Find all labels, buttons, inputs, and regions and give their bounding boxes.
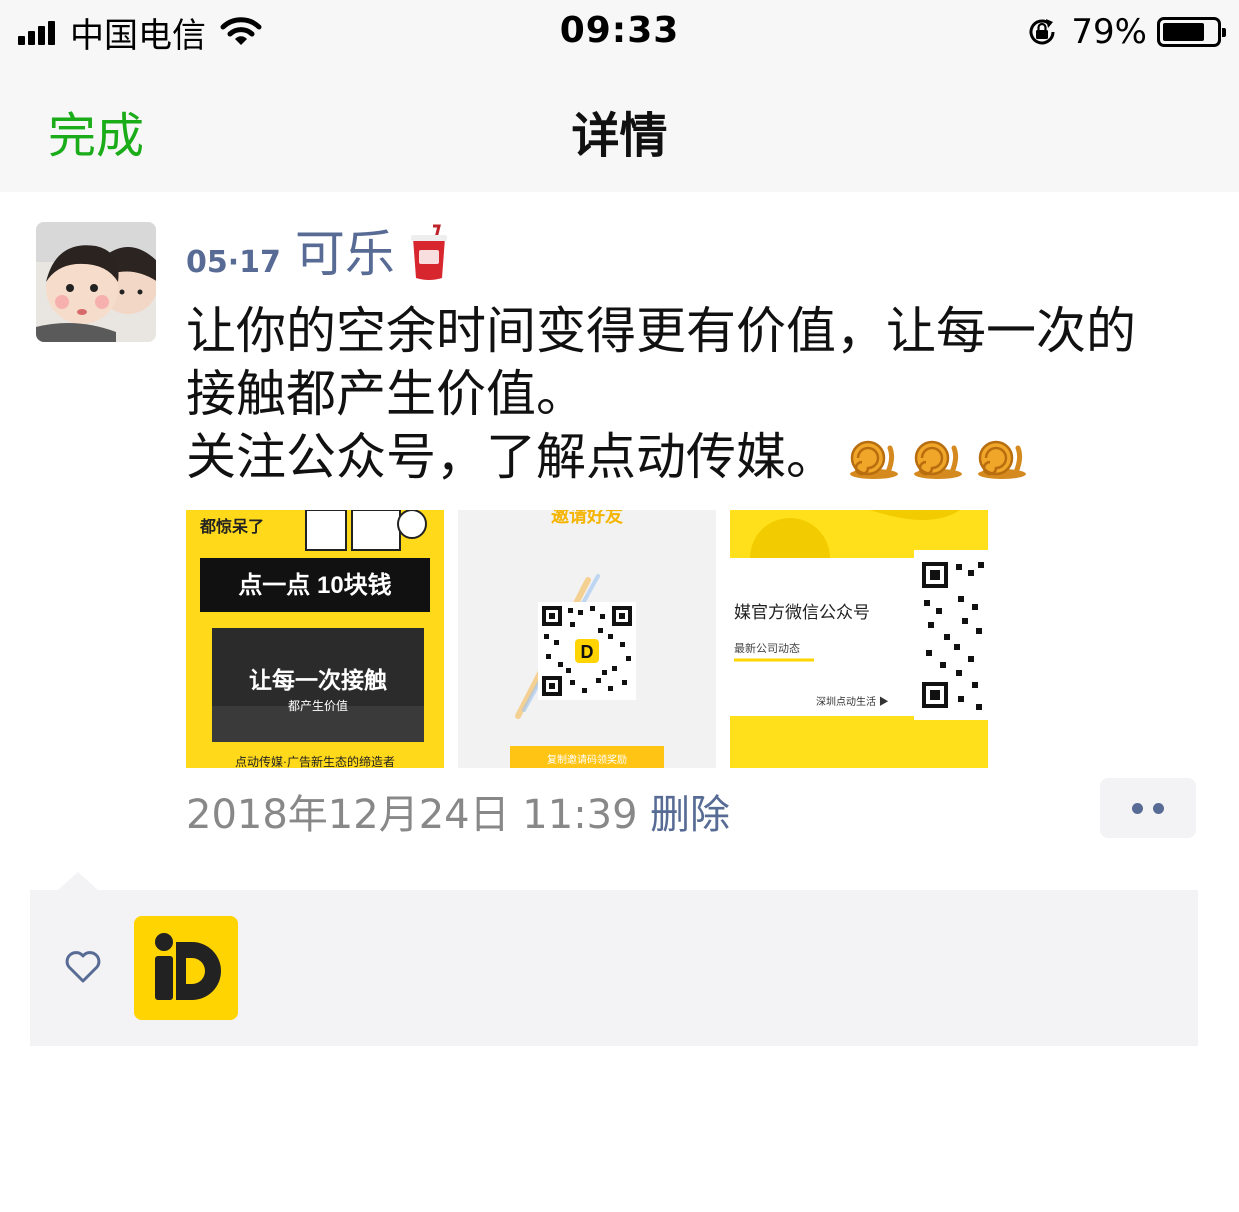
- post-photos: 都惊呆了 点一点 10块钱 让每一次接触 都产生价值 点动传媒·广告新生态的缔造…: [186, 510, 1002, 768]
- liker-avatar[interactable]: [134, 916, 238, 1020]
- avatar-image: [36, 222, 156, 342]
- photo-2-top-text: 邀请好友: [551, 510, 623, 526]
- likes-arrow: [58, 872, 98, 890]
- photo-3-image: 媒官方微信公众号 最新公司动态 深圳点动生活 ▶: [730, 510, 988, 768]
- post-date-prefix: 05·17: [186, 245, 281, 280]
- navigation-bar: 完成 详情: [0, 66, 1239, 192]
- photo-2-footer: 复制邀请码领奖励: [547, 753, 627, 766]
- status-bar: 中国电信 09:33 79%: [0, 0, 1239, 66]
- more-button[interactable]: [1100, 778, 1196, 838]
- more-icon-dot: [1132, 802, 1143, 814]
- svg-text:D: D: [581, 642, 594, 662]
- delete-button[interactable]: 删除: [650, 782, 730, 840]
- post-text-line-content: 关注公众号，了解点动传媒。: [186, 428, 836, 486]
- snail-icon: [978, 440, 1026, 479]
- status-right: 79%: [1025, 12, 1226, 52]
- post-text: 让你的空余时间变得更有价值，让每一次的 接触都产生价值。 关注公众号，了解点动传…: [186, 300, 1196, 489]
- post-text-line: 关注公众号，了解点动传媒。: [186, 426, 1196, 489]
- post-photo-1[interactable]: 都惊呆了 点一点 10块钱 让每一次接触 都产生价值 点动传媒·广告新生态的缔造…: [186, 510, 444, 768]
- post-photo-3[interactable]: 媒官方微信公众号 最新公司动态 深圳点动生活 ▶: [730, 510, 988, 768]
- photo-1-top-text: 都惊呆了: [199, 517, 264, 536]
- post-text-line: 让你的空余时间变得更有价值，让每一次的: [186, 302, 1136, 360]
- more-icon-dot: [1153, 802, 1164, 814]
- post-timestamp: 2018年12月24日 11:39: [186, 792, 638, 838]
- photo-3-footer: 深圳点动生活 ▶: [816, 695, 889, 708]
- photo-2-image: 邀请好友 D 复制邀请码领奖励: [458, 510, 716, 768]
- post-header: 05·17 可乐: [186, 222, 451, 286]
- post-photo-2[interactable]: 邀请好友 D 复制邀请码领奖励: [458, 510, 716, 768]
- author-name[interactable]: 可乐: [295, 214, 395, 286]
- lock-rotation-icon: [1029, 19, 1055, 45]
- photo-1-subhead: 都产生价值: [288, 698, 348, 713]
- cup-icon: [410, 224, 447, 280]
- photo-1-headline: 让每一次接触: [249, 667, 387, 693]
- snail-icon: [914, 440, 962, 479]
- photo-1-footer: 点动传媒·广告新生态的缔造者: [235, 754, 395, 768]
- photo-1-banner: 点一点 10块钱: [238, 572, 391, 599]
- likes-panel: [30, 890, 1198, 1046]
- battery-percent: 79%: [1071, 12, 1147, 52]
- battery-icon: [1157, 17, 1226, 47]
- page-title: 详情: [571, 108, 668, 164]
- photo-3-subtitle: 最新公司动态: [734, 641, 800, 655]
- photo-1-image: 都惊呆了 点一点 10块钱 让每一次接触 都产生价值 点动传媒·广告新生态的缔造…: [186, 510, 444, 768]
- post-text-line: 接触都产生价值。: [186, 365, 586, 423]
- heart-icon: [65, 951, 101, 983]
- snail-icon: [850, 440, 898, 479]
- battery-fill: [1163, 23, 1205, 41]
- photo-3-title: 媒官方微信公众号: [734, 603, 870, 622]
- brand-logo-icon: [134, 916, 238, 1020]
- author-avatar[interactable]: [36, 222, 156, 342]
